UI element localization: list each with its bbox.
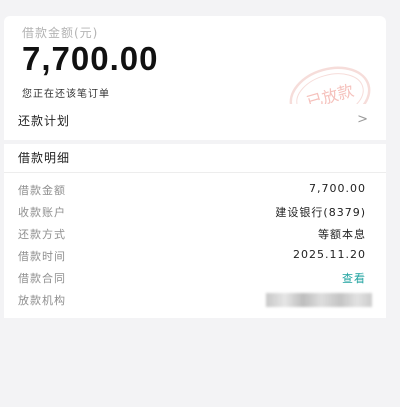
detail-label: 收款账户 (18, 206, 66, 219)
divider (4, 172, 386, 173)
detail-label: 借款时间 (18, 250, 66, 263)
detail-label: 放款机构 (18, 294, 66, 307)
detail-value: 2025.11.20 (293, 248, 366, 261)
detail-value: 7,700.00 (309, 182, 366, 195)
repayment-status-text: 您正在还该笔订单 (22, 89, 110, 100)
detail-label: 借款合同 (18, 272, 66, 285)
detail-label: 借款金额 (18, 184, 66, 197)
detail-value: 等额本息 (318, 228, 366, 241)
detail-row-institution: 放款机构 (4, 292, 386, 314)
loan-detail-title: 借款明细 (18, 151, 71, 165)
detail-row-account: 收款账户 建设银行(8379) (4, 204, 386, 226)
detail-label: 还款方式 (18, 228, 66, 241)
chevron-right-icon: > (357, 112, 368, 127)
repayment-plan-label: 还款计划 (18, 114, 71, 128)
detail-row-time: 借款时间 2025.11.20 (4, 248, 386, 270)
detail-row-contract: 借款合同 查看 (4, 270, 386, 292)
repayment-plan-card: 还款计划 > (4, 104, 386, 140)
loan-amount-value: 7,700.00 (22, 40, 159, 77)
detail-row-method: 还款方式 等额本息 (4, 226, 386, 248)
view-contract-link[interactable]: 查看 (342, 270, 366, 286)
redacted-institution-value (266, 293, 372, 307)
loan-amount-label: 借款金额(元) (22, 26, 99, 40)
repayment-plan-row[interactable]: 还款计划 > (4, 104, 386, 140)
detail-row-amount: 借款金额 7,700.00 (4, 182, 386, 204)
detail-value: 建设银行(8379) (275, 206, 366, 219)
loan-detail-card: 借款明细 借款金额 7,700.00 收款账户 建设银行(8379) 还款方式 … (4, 144, 386, 318)
